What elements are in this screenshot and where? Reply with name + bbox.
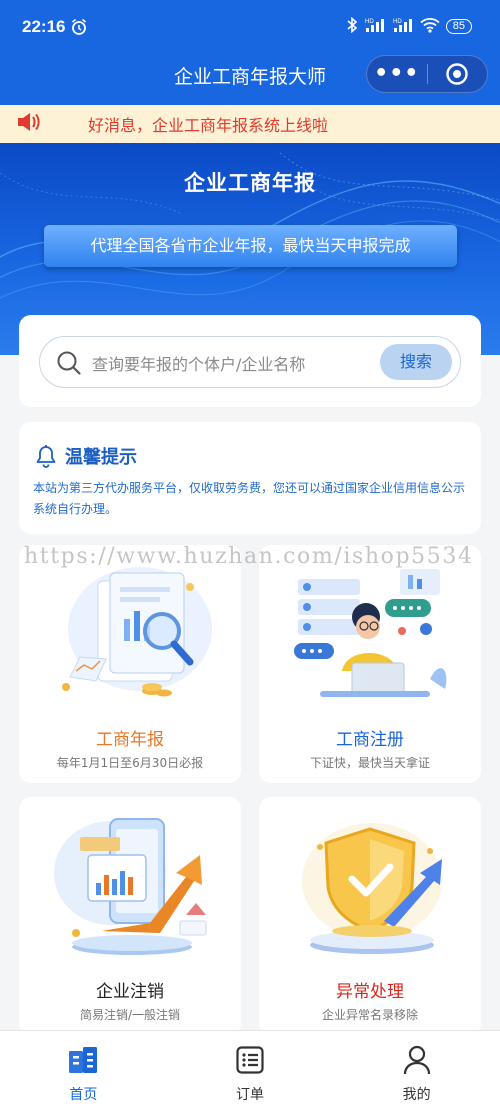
tab-label: 首页 xyxy=(69,1087,98,1103)
tab-orders[interactable]: 订单 xyxy=(167,1031,334,1111)
service-card-registration[interactable]: 工商注册 下证快，最快当天拿证 xyxy=(259,545,481,783)
watermark-text: https://www.huzhan.com/ishop5534 xyxy=(24,544,474,569)
search-input[interactable]: 查询要年报的个体户/企业名称 搜索 xyxy=(39,336,461,388)
tab-label: 我的 xyxy=(402,1087,431,1103)
search-card: 查询要年报的个体户/企业名称 搜索 xyxy=(19,315,481,407)
speaker-icon xyxy=(16,111,40,137)
service-desc: 每年1月1日至6月30日必报 xyxy=(56,756,204,770)
tips-card: 温馨提示 本站为第三方代办服务平台，仅收取劳务费，您还可以通过国家企业信用信息公… xyxy=(19,422,481,534)
search-button[interactable]: 搜索 xyxy=(380,344,452,380)
service-name: 企业注销 xyxy=(96,982,164,1002)
exception-handling-illustration xyxy=(302,823,442,954)
nav-bar: 企业工商年报大师 ••• xyxy=(0,55,500,105)
tips-body: 本站为第三方代办服务平台，仅收取劳务费，您还可以通过国家企业信用信息公示系统自行… xyxy=(33,481,466,516)
tab-profile[interactable]: 我的 xyxy=(333,1031,500,1111)
svg-text:HD: HD xyxy=(365,19,374,25)
signal-icon-1: HD xyxy=(364,17,386,36)
alarm-icon xyxy=(70,18,88,40)
battery-indicator: 85 xyxy=(445,19,472,34)
bell-icon xyxy=(35,444,57,472)
service-card-annual-report[interactable]: 工商年报 每年1月1日至6月30日必报 xyxy=(19,545,241,783)
wifi-icon xyxy=(420,17,440,36)
notice-bar[interactable]: 好消息，企业工商年报系统上线啦 xyxy=(0,105,500,143)
service-card-cancellation[interactable]: 企业注销 简易注销/一般注销 xyxy=(19,797,241,1035)
search-placeholder: 查询要年报的个体户/企业名称 xyxy=(92,355,306,374)
cancellation-illustration xyxy=(54,818,207,955)
service-desc: 企业异常名录移除 xyxy=(321,1008,418,1022)
status-bar: 22:16 HD HD 85 xyxy=(0,0,500,55)
service-name: 工商年报 xyxy=(96,730,164,750)
svg-text:HD: HD xyxy=(393,19,402,25)
bluetooth-icon xyxy=(346,16,358,36)
service-name: 异常处理 xyxy=(336,982,404,1002)
search-icon xyxy=(56,350,82,380)
banner-subtitle: 代理全国各省市企业年报，最快当天申报完成 xyxy=(44,225,457,267)
status-time: 22:16 xyxy=(22,17,66,36)
list-icon xyxy=(235,1045,265,1079)
service-name: 工商注册 xyxy=(336,730,404,750)
banner-title: 企业工商年报 xyxy=(184,171,316,195)
tips-title: 温馨提示 xyxy=(65,447,137,468)
annual-report-illustration xyxy=(62,567,212,697)
registration-illustration xyxy=(294,569,447,697)
service-desc: 下证快，最快当天拿证 xyxy=(309,756,430,770)
notice-text: 好消息，企业工商年报系统上线啦 xyxy=(88,116,329,135)
signal-icon-2: HD xyxy=(392,17,414,36)
service-desc: 简易注销/一般注销 xyxy=(79,1008,181,1022)
target-close-icon[interactable] xyxy=(427,62,487,86)
user-icon xyxy=(402,1045,432,1079)
system-icons: HD HD 85 xyxy=(346,16,472,36)
more-dots-icon[interactable]: ••• xyxy=(367,63,427,85)
building-icon xyxy=(67,1045,99,1079)
mini-program-capsule: ••• xyxy=(366,55,488,93)
tab-home[interactable]: 首页 xyxy=(0,1031,167,1111)
service-card-exception-handling[interactable]: 异常处理 企业异常名录移除 xyxy=(259,797,481,1035)
tab-label: 订单 xyxy=(236,1087,264,1103)
tab-bar: 首页 订单 我的 xyxy=(0,1030,500,1111)
